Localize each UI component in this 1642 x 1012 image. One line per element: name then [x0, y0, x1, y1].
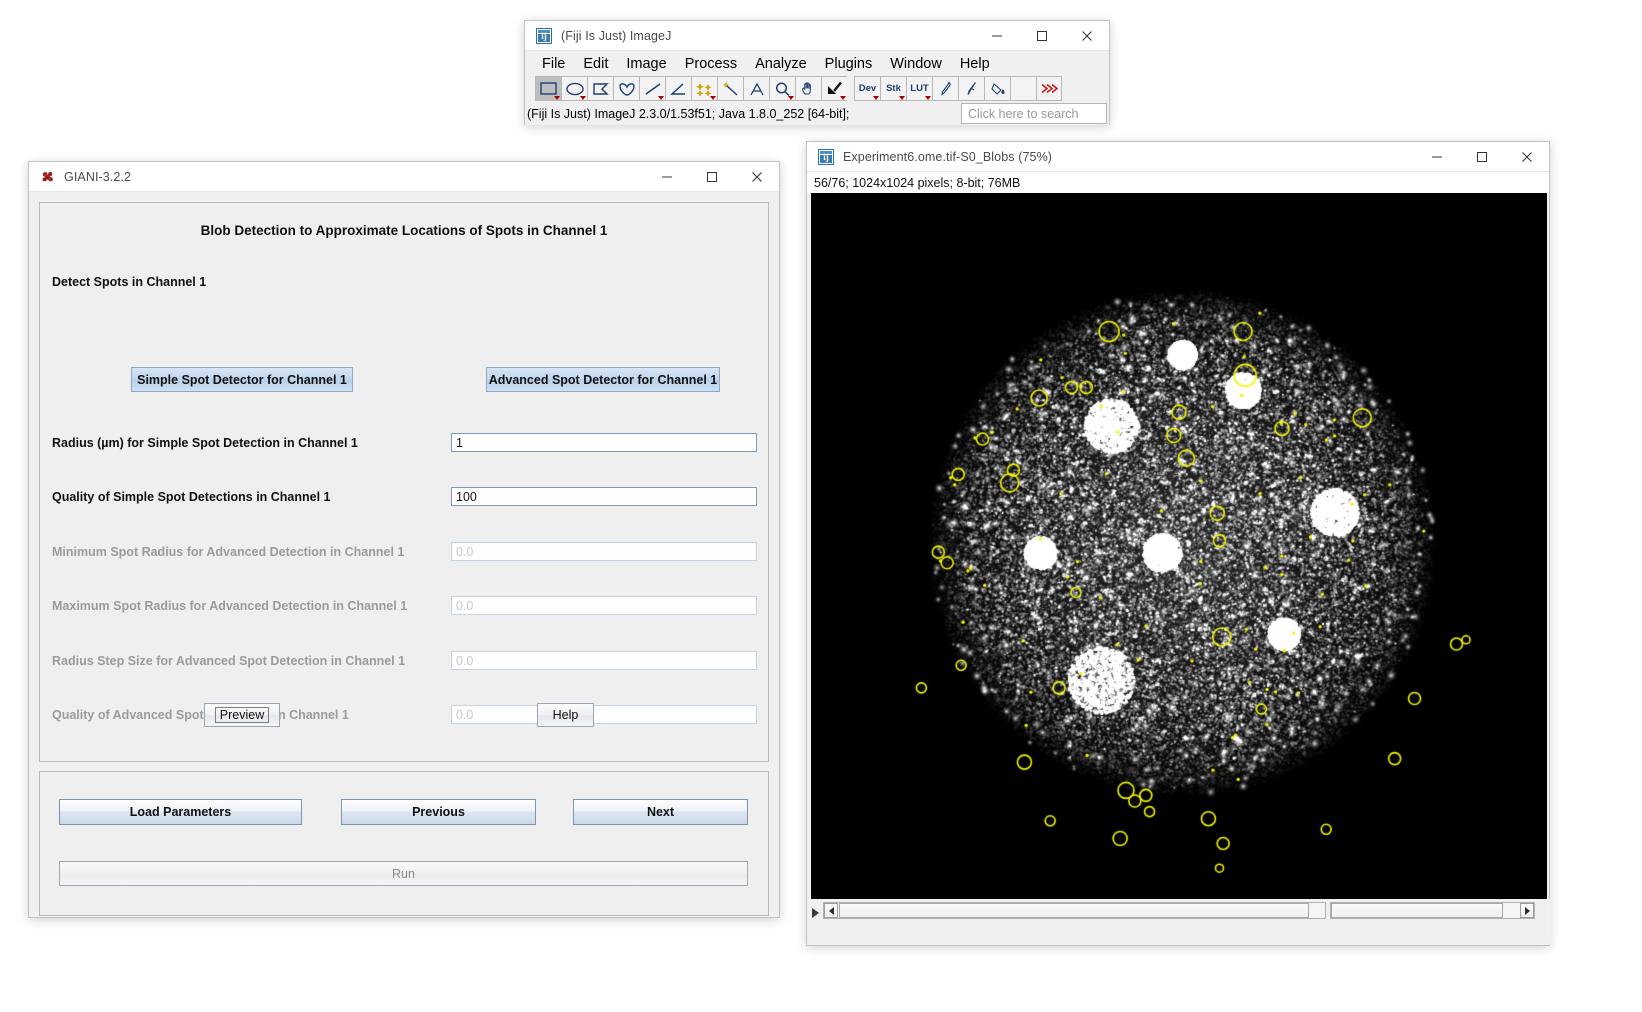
search-input[interactable]: Click here to search [961, 103, 1107, 124]
field-row-radius-simple: Radius (µm) for Simple Spot Detection in… [40, 433, 768, 455]
field-row-radius-step-advanced: Radius Step Size for Advanced Spot Detec… [40, 651, 768, 673]
field-row-quality-simple: Quality of Simple Spot Detections in Cha… [40, 487, 768, 509]
stk-tool[interactable]: Stk [880, 76, 906, 101]
preview-button-label: Preview [214, 707, 270, 723]
previous-button[interactable]: Previous [341, 799, 536, 825]
menu-image[interactable]: Image [617, 54, 675, 74]
menu-window[interactable]: Window [881, 54, 951, 74]
image-minimize-button[interactable] [1414, 142, 1459, 172]
polygon-tool[interactable] [587, 76, 613, 101]
more-tools-icon[interactable] [1036, 76, 1062, 101]
giani-minimize-button[interactable] [644, 162, 689, 192]
label-min-spot-radius-advanced: Minimum Spot Radius for Advanced Detecti… [52, 545, 405, 559]
advanced-spot-detector-button[interactable]: Advanced Spot Detector for Channel 1 [486, 367, 720, 392]
image-window-titlebar[interactable]: ij Experiment6.ome.tif-S0_Blobs (75%) [807, 142, 1549, 172]
line-tool[interactable] [639, 76, 665, 101]
image-canvas-container[interactable] [811, 193, 1547, 900]
image-window: ij Experiment6.ome.tif-S0_Blobs (75%) 56… [806, 141, 1551, 946]
run-button: Run [59, 861, 748, 886]
menu-file[interactable]: File [533, 54, 574, 74]
blank-tool[interactable] [1010, 76, 1036, 101]
flood-fill-tool[interactable] [984, 76, 1010, 101]
field-row-quality-advanced: Quality of Advanced Spot Detections in C… [40, 705, 768, 727]
image-close-button[interactable] [1504, 142, 1549, 172]
magnifier-tool[interactable] [769, 76, 795, 101]
menu-process[interactable]: Process [676, 54, 746, 74]
rectangle-tool[interactable] [535, 76, 561, 101]
field-row-min-spot-radius-advanced: Minimum Spot Radius for Advanced Detecti… [40, 542, 768, 564]
angle-tool[interactable] [665, 76, 691, 101]
imagej-main-window: ij (Fiji Is Just) ImageJ File Edit Image… [524, 20, 1110, 125]
image-window-title: Experiment6.ome.tif-S0_Blobs (75%) [843, 149, 1053, 164]
hand-tool[interactable] [795, 76, 821, 101]
menu-edit[interactable]: Edit [574, 54, 617, 74]
multipoint-tool[interactable] [691, 76, 717, 101]
imagej-titlebar[interactable]: ij (Fiji Is Just) ImageJ [525, 21, 1109, 51]
page-title: Blob Detection to Approximate Locations … [200, 223, 608, 238]
label-quality-simple: Quality of Simple Spot Detections in Cha… [52, 490, 331, 504]
giani-nav-panel: Load Parameters Previous Next Run [39, 771, 769, 916]
giani-icon [41, 170, 55, 184]
giani-dialog-window: GIANI-3.2.2 Blob Detection to Approximat… [28, 161, 780, 918]
dev-tool[interactable]: Dev [854, 76, 880, 101]
imagej-menubar: File Edit Image Process Analyze Plugins … [525, 51, 1109, 76]
microscopy-image-canvas[interactable] [811, 193, 1547, 900]
search-placeholder-text: Click here to search [968, 106, 1079, 121]
slice-scrollbar[interactable] [823, 902, 1326, 919]
label-quality-advanced: Quality of Advanced Spot Detections in C… [52, 708, 349, 722]
imagej-window-title: (Fiji Is Just) ImageJ [561, 28, 672, 43]
menu-plugins[interactable]: Plugins [816, 54, 882, 74]
menu-help[interactable]: Help [951, 54, 999, 74]
simple-spot-detector-button[interactable]: Simple Spot Detector for Channel 1 [131, 367, 353, 392]
image-maximize-button[interactable] [1459, 142, 1504, 172]
channel-scroll-right-button[interactable] [1520, 903, 1534, 918]
help-button[interactable]: Help [537, 703, 594, 727]
channel-scroll-thumb[interactable] [1331, 903, 1503, 918]
giani-close-button[interactable] [734, 162, 779, 192]
next-button[interactable]: Next [573, 799, 748, 825]
imagej-minimize-button[interactable] [974, 21, 1019, 51]
load-parameters-button[interactable]: Load Parameters [59, 799, 302, 825]
channel-scrollbar[interactable] [1330, 902, 1535, 919]
input-radius-step-advanced: 0.0 [451, 651, 757, 670]
wand-tool[interactable] [717, 76, 743, 101]
input-max-spot-radius-advanced: 0.0 [451, 596, 757, 615]
giani-titlebar[interactable]: GIANI-3.2.2 [29, 162, 779, 192]
label-max-spot-radius-advanced: Maximum Spot Radius for Advanced Detecti… [52, 599, 408, 613]
giani-maximize-button[interactable] [689, 162, 734, 192]
image-info-text: 56/76; 1024x1024 pixels; 8-bit; 76MB [807, 172, 1549, 193]
giani-window-title: GIANI-3.2.2 [64, 169, 132, 184]
play-animation-icon[interactable] [812, 908, 819, 918]
imagej-toolbar: Dev Stk LUT [525, 76, 1109, 103]
label-radius-simple: Radius (µm) for Simple Spot Detection in… [52, 436, 358, 450]
imagej-statusbar: (Fiji Is Just) ImageJ 2.3.0/1.53f51; Jav… [525, 103, 1109, 125]
brush-tool[interactable] [958, 76, 984, 101]
input-quality-advanced: 0.0 [451, 705, 757, 724]
imagej-icon: ij [818, 148, 834, 165]
slice-scroll-thumb[interactable] [839, 903, 1309, 918]
input-quality-simple[interactable]: 100 [451, 487, 757, 506]
text-tool[interactable] [743, 76, 769, 101]
oval-tool[interactable] [561, 76, 587, 101]
input-radius-simple[interactable]: 1 [451, 433, 757, 452]
label-radius-step-advanced: Radius Step Size for Advanced Spot Detec… [52, 654, 406, 668]
field-row-max-spot-radius-advanced: Maximum Spot Radius for Advanced Detecti… [40, 596, 768, 618]
menu-analyze[interactable]: Analyze [746, 54, 816, 74]
section-label-detect-spots: Detect Spots in Channel 1 [52, 275, 207, 289]
imagej-status-text: (Fiji Is Just) ImageJ 2.3.0/1.53f51; Jav… [527, 107, 850, 121]
dropper-tool[interactable] [821, 76, 847, 101]
imagej-close-button[interactable] [1064, 21, 1109, 51]
giani-main-panel: Blob Detection to Approximate Locations … [39, 202, 769, 762]
lut-tool[interactable]: LUT [906, 76, 932, 101]
imagej-icon: ij [536, 27, 552, 44]
input-min-spot-radius-advanced: 0.0 [451, 542, 757, 561]
imagej-maximize-button[interactable] [1019, 21, 1064, 51]
preview-button[interactable]: Preview [204, 703, 280, 727]
slice-scroll-left-button[interactable] [824, 903, 838, 918]
image-scrollbar-area [807, 899, 1551, 945]
pencil-tool[interactable] [932, 76, 958, 101]
freehand-tool[interactable] [613, 76, 639, 101]
